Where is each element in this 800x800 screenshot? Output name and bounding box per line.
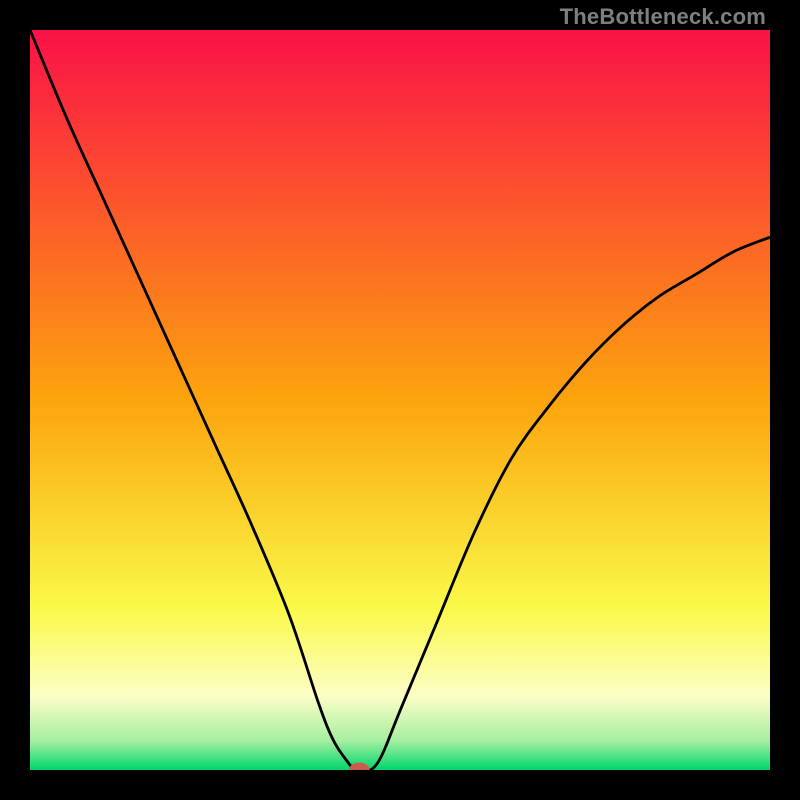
chart-svg [30,30,770,770]
gradient-background [30,30,770,770]
plot-area [30,30,770,770]
chart-frame: TheBottleneck.com [0,0,800,800]
watermark-text: TheBottleneck.com [560,4,766,30]
